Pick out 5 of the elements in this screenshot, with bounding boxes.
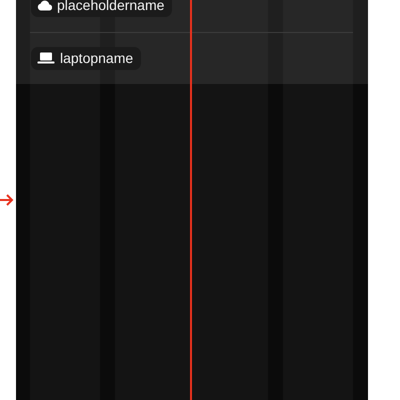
device-chip[interactable]: placeholdername bbox=[31, 0, 172, 17]
device-chip[interactable]: laptopname bbox=[31, 47, 142, 70]
arrow-icon bbox=[0, 193, 14, 207]
laptop-icon bbox=[37, 52, 55, 64]
cloud-icon bbox=[37, 0, 52, 11]
